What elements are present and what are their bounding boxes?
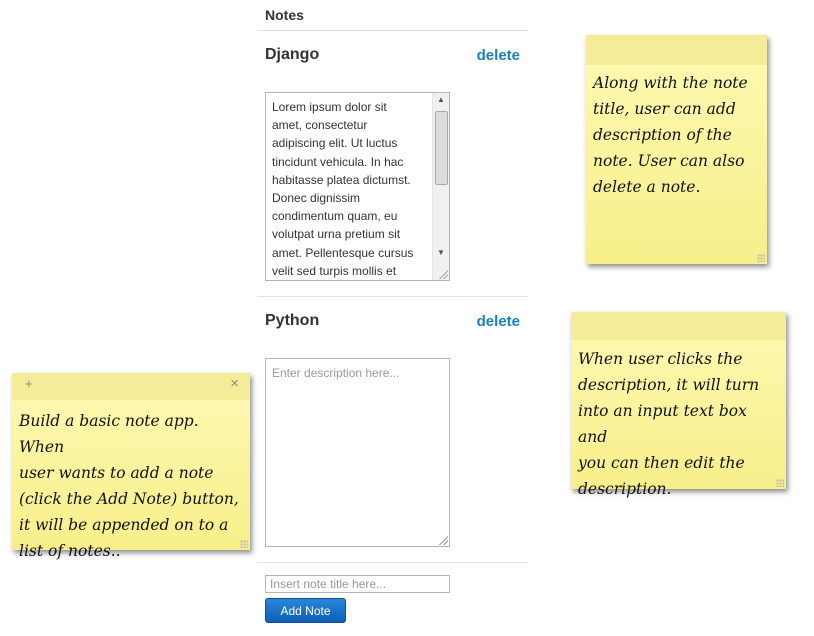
delete-link-python[interactable]: delete — [477, 313, 520, 330]
plus-icon[interactable]: + — [25, 376, 33, 391]
resize-grip-icon[interactable] — [240, 540, 248, 548]
resize-grip-icon[interactable] — [776, 479, 784, 487]
description-placeholder: Enter description here... — [272, 366, 400, 380]
add-note-button[interactable]: Add Note — [265, 598, 346, 623]
note-title-input[interactable]: Insert note title here... — [265, 575, 450, 593]
divider — [257, 562, 528, 563]
sticky-note-text: When user clicks the description, it wil… — [578, 350, 760, 498]
sticky-header-bar: + × — [12, 373, 250, 400]
sticky-note-text: Along with the note title, user can add … — [593, 74, 748, 196]
scroll-up-arrow-icon[interactable]: ▲ — [433, 93, 449, 107]
close-icon[interactable]: × — [230, 375, 239, 392]
textarea-scrollbar[interactable]: ▲ ▼ — [432, 93, 449, 280]
sticky-header-bar — [571, 312, 786, 340]
resize-grip-icon[interactable] — [757, 254, 765, 262]
note-description-python[interactable]: Enter description here... — [265, 358, 450, 547]
sticky-header-bar — [586, 35, 767, 65]
scroll-down-arrow-icon[interactable]: ▼ — [433, 246, 449, 260]
note-description-django[interactable]: Lorem ipsum dolor sit amet, consectetur … — [265, 92, 450, 281]
delete-link-django[interactable]: delete — [477, 47, 520, 64]
sticky-note-text: Build a basic note app. When user wants … — [19, 412, 239, 560]
scrollbar-thumb[interactable] — [435, 111, 448, 185]
resize-grip-icon[interactable] — [438, 535, 448, 545]
sticky-note-top-right[interactable]: Along with the note title, user can add … — [586, 35, 767, 264]
notes-panel: Notes Django delete Lorem ipsum dolor si… — [257, 0, 528, 636]
note-title-python[interactable]: Python — [265, 312, 319, 330]
divider — [257, 30, 528, 31]
resize-grip-icon[interactable] — [438, 269, 448, 279]
sticky-note-middle-right[interactable]: When user clicks the description, it wil… — [571, 312, 786, 498]
note-description-text: Lorem ipsum dolor sit amet, consectetur … — [272, 100, 414, 278]
sticky-note-left[interactable]: + × Build a basic note app. When user wa… — [12, 373, 250, 560]
note-title-django[interactable]: Django — [265, 46, 319, 64]
panel-title: Notes — [265, 7, 304, 23]
divider — [257, 296, 528, 297]
